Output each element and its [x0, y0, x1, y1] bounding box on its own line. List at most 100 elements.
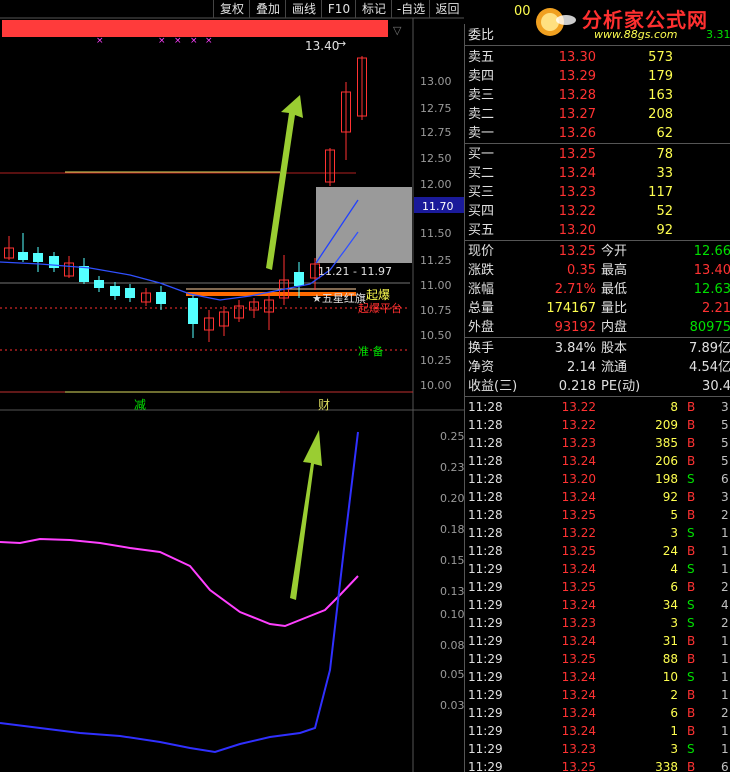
stat-value: 13.25: [558, 244, 596, 259]
tick-side: S: [687, 562, 695, 576]
signal-x-mark: ×: [174, 36, 182, 46]
high-price-label: 13.40: [305, 39, 340, 53]
bid-row: 买五 13.20 92: [465, 221, 730, 240]
tick-volume: 385: [655, 436, 678, 450]
weibi-row: 委比: [468, 28, 495, 43]
tick-price: 13.25: [561, 508, 596, 522]
stat-label: 股本: [601, 341, 628, 356]
fuquan-button[interactable]: 复权: [213, 0, 250, 18]
bid-row: 买一 13.25 78: [465, 145, 730, 164]
tick-row: 11:29 13.23 3 S 2: [465, 614, 730, 632]
mark-button[interactable]: 标记: [355, 0, 392, 18]
svg-text:▽: ▽: [393, 24, 402, 37]
ask-price: 13.30: [558, 50, 596, 65]
stat-value: 0.35: [567, 263, 596, 278]
tick-time: 11:28: [468, 544, 503, 558]
candle-body: [33, 253, 43, 262]
bid-volume: 117: [648, 185, 673, 200]
kline-chart[interactable]: ▽ × × × × ×: [0, 0, 464, 772]
tick-volume: 2: [670, 688, 678, 702]
bid-price: 13.20: [558, 223, 596, 238]
tick-volume: 1: [670, 724, 678, 738]
stat-value: 2.71%: [554, 282, 596, 297]
tick-side: B: [687, 400, 696, 414]
signal-x-mark: ×: [158, 36, 166, 46]
tick-count: 1: [721, 742, 729, 756]
tick-time: 11:28: [468, 472, 503, 486]
tick-volume: 10: [662, 670, 678, 684]
signal-platform: 起爆平台: [358, 302, 402, 315]
tick-row: 11:29 13.24 4 S 1: [465, 560, 730, 578]
tick-row: 11:28 13.25 5 B 2: [465, 506, 730, 524]
tick-side: B: [687, 652, 696, 666]
tick-count: 5: [721, 454, 729, 468]
tick-row: 11:29 13.24 1 B 1: [465, 722, 730, 740]
tick-volume: 209: [655, 418, 678, 432]
bid-row: 买四 13.22 52: [465, 202, 730, 221]
bid-price: 13.24: [558, 166, 596, 181]
sub-y-tick: 0.15: [440, 554, 465, 567]
tick-count: 1: [721, 544, 729, 558]
tick-row: 11:28 13.22 3 S 1: [465, 524, 730, 542]
remove-watchlist-button[interactable]: -自选: [391, 0, 430, 18]
tick-side: B: [687, 760, 696, 772]
ask-label: 卖五: [468, 50, 495, 65]
tick-time: 11:28: [468, 454, 503, 468]
tick-row: 11:29 13.24 10 S 1: [465, 668, 730, 686]
tick-time: 11:29: [468, 616, 503, 630]
tick-count: 6: [721, 760, 729, 772]
ask-row: 卖三 13.28 163: [465, 86, 730, 105]
tick-time: 11:29: [468, 580, 503, 594]
tick-price: 13.22: [561, 418, 596, 432]
tick-count: 2: [721, 508, 729, 522]
tick-count: 6: [721, 472, 729, 486]
tick-row: 11:29 13.24 6 B 2: [465, 704, 730, 722]
tick-time: 11:28: [468, 436, 503, 450]
tick-side: B: [687, 508, 696, 522]
stat-value: 2.21: [702, 301, 730, 316]
stat-value: 12.66: [693, 244, 730, 259]
tick-side: B: [687, 706, 696, 720]
f10-button[interactable]: F10: [321, 0, 356, 18]
bid-volume: 92: [656, 223, 673, 238]
tick-price: 13.24: [561, 724, 596, 738]
tick-time: 11:28: [468, 400, 503, 414]
tick-row: 11:28 13.24 92 B 3: [465, 488, 730, 506]
bid-row: 买二 13.24 33: [465, 164, 730, 183]
tick-time: 11:29: [468, 652, 503, 666]
stat-value: 2.14: [567, 360, 596, 375]
high-arrow-icon: →: [337, 37, 347, 50]
tick-count: 5: [721, 436, 729, 450]
tick-volume: 3: [670, 616, 678, 630]
tick-price: 13.25: [561, 580, 596, 594]
sub-y-tick: 0.03: [440, 699, 465, 712]
bid-price: 13.25: [558, 147, 596, 162]
tick-price: 13.23: [561, 742, 596, 756]
stat-value: 80975: [689, 320, 730, 335]
y-tick: 12.00: [420, 178, 452, 191]
bid-label: 买三: [468, 185, 495, 200]
stat-value: 0.218: [558, 379, 596, 394]
tick-count: 2: [721, 616, 729, 630]
candle-body: [188, 298, 198, 324]
tick-price: 13.24: [561, 454, 596, 468]
y-tick: 11.50: [420, 227, 452, 240]
tick-side: B: [687, 580, 696, 594]
stat-value: 4.54亿: [689, 360, 730, 375]
stat-label: 外盘: [468, 320, 495, 335]
signal-zhunbei: 准 备: [358, 345, 384, 358]
back-button[interactable]: 返回: [429, 0, 465, 18]
bid-label: 买四: [468, 204, 495, 219]
ask-volume: 179: [648, 69, 673, 84]
candle-body: [18, 252, 28, 260]
candle-body: [125, 288, 135, 298]
bid-volume: 78: [656, 147, 673, 162]
stat-label: 涨跌: [468, 263, 495, 278]
draw-line-button[interactable]: 画线: [285, 0, 322, 18]
tick-row: 11:28 13.25 24 B 1: [465, 542, 730, 560]
tick-volume: 6: [670, 580, 678, 594]
stat-row: 涨幅 2.71% 最低 12.63: [465, 280, 730, 299]
tick-side: S: [687, 526, 695, 540]
overlay-button[interactable]: 叠加: [249, 0, 286, 18]
tick-price: 13.23: [561, 616, 596, 630]
